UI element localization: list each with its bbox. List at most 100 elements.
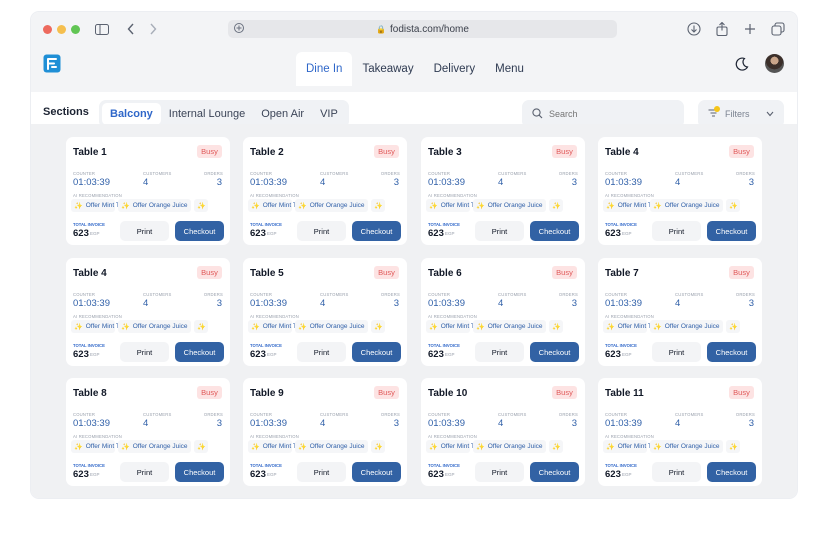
recommendation-chip[interactable]: ✨ Offer Orange Juice — [473, 199, 546, 212]
table-card[interactable]: Table 6 Busy COUNTER CUSTOMERS ORDERS 01:03:3… — [421, 258, 585, 366]
address-bar[interactable]: 🔒 fodista.com/home — [228, 20, 617, 38]
table-card[interactable]: Table 2 Busy COUNTER CUSTOMERS ORDERS 01:03:3… — [243, 137, 407, 245]
recommendation-chip[interactable]: ✨ — [194, 320, 208, 333]
close-window-button[interactable] — [43, 25, 52, 34]
recommendation-chip[interactable]: ✨ — [371, 199, 385, 212]
minimize-window-button[interactable] — [57, 25, 66, 34]
forward-icon[interactable] — [145, 21, 161, 37]
table-card[interactable]: Table 10 Busy COUNTER CUSTOMERS ORDERS 01:03:… — [421, 378, 585, 486]
tab-overview-icon[interactable] — [770, 21, 786, 37]
page-info-icon[interactable] — [233, 22, 245, 37]
table-card[interactable]: Table 3 Busy COUNTER CUSTOMERS ORDERS 01:03:3… — [421, 137, 585, 245]
recommendation-chip[interactable]: ✨ Offer Orange Juice — [473, 320, 546, 333]
checkout-button[interactable]: Checkout — [707, 462, 756, 482]
print-button[interactable]: Print — [120, 221, 169, 241]
sidebar-toggle-icon[interactable] — [94, 21, 110, 37]
print-button[interactable]: Print — [652, 342, 701, 362]
section-balcony[interactable]: Balcony — [102, 103, 161, 125]
recommendation-chip[interactable]: ✨ Offer Orange Juice — [118, 440, 191, 453]
print-button[interactable]: Print — [297, 221, 346, 241]
table-card[interactable]: Table 11 Busy COUNTER CUSTOMERS ORDERS 01:03:… — [598, 378, 762, 486]
table-card[interactable]: Table 1 Busy COUNTER CUSTOMERS ORDERS 01:03:3… — [66, 137, 230, 245]
checkout-button[interactable]: Checkout — [352, 342, 401, 362]
recommendation-chip[interactable]: ✨ — [549, 199, 563, 212]
recommendation-chip[interactable]: ✨ Offer Orange Juice — [473, 440, 546, 453]
print-button[interactable]: Print — [120, 342, 169, 362]
tab-takeaway[interactable]: Takeaway — [352, 52, 423, 86]
checkout-button[interactable]: Checkout — [530, 462, 579, 482]
search-input[interactable] — [549, 109, 669, 119]
recommendation-chip[interactable]: ✨ — [726, 320, 740, 333]
counter-value: 01:03:39 — [428, 418, 465, 429]
recommendation-chip[interactable]: ✨ — [371, 440, 385, 453]
share-icon[interactable] — [714, 21, 730, 37]
download-icon[interactable] — [686, 21, 702, 37]
print-button[interactable]: Print — [120, 462, 169, 482]
table-card[interactable]: Table 4 Busy COUNTER CUSTOMERS ORDERS 01:03:3… — [66, 258, 230, 366]
tab-menu[interactable]: Menu — [485, 52, 534, 86]
recommendation-text: Offer Orange Juice — [132, 202, 188, 209]
recommendation-chip[interactable]: ✨ Offer Orange Juice — [295, 199, 368, 212]
table-card[interactable]: Table 5 Busy COUNTER CUSTOMERS ORDERS 01:03:3… — [243, 258, 407, 366]
checkout-button[interactable]: Checkout — [352, 462, 401, 482]
counter-label: COUNTER — [428, 292, 451, 297]
print-button[interactable]: Print — [652, 221, 701, 241]
checkout-button[interactable]: Checkout — [707, 342, 756, 362]
checkout-button[interactable]: Checkout — [530, 221, 579, 241]
recommendation-chip[interactable]: ✨ Offer Orange Juice — [118, 199, 191, 212]
tab-delivery[interactable]: Delivery — [424, 52, 486, 86]
checkout-button[interactable]: Checkout — [175, 221, 224, 241]
checkout-button[interactable]: Checkout — [530, 342, 579, 362]
fodista-logo-icon[interactable] — [43, 54, 61, 73]
section-vip[interactable]: VIP — [312, 103, 346, 125]
table-card[interactable]: Table 9 Busy COUNTER CUSTOMERS ORDERS 01:03:3… — [243, 378, 407, 486]
maximize-window-button[interactable] — [71, 25, 80, 34]
recommendation-chip[interactable]: ✨ Offer Mint Tea — [71, 199, 126, 212]
section-internal-lounge[interactable]: Internal Lounge — [161, 103, 253, 125]
print-button[interactable]: Print — [475, 221, 524, 241]
recommendation-chip[interactable]: ✨ — [726, 440, 740, 453]
recommendation-chip[interactable]: ✨ — [194, 440, 208, 453]
recommendation-chip[interactable]: ✨ Offer Orange Juice — [295, 320, 368, 333]
checkout-button[interactable]: Checkout — [707, 221, 756, 241]
recommendation-chip[interactable]: ✨ Offer Mint Tea — [248, 440, 303, 453]
recommendation-chip[interactable]: ✨ Offer Mint Tea — [426, 199, 481, 212]
recommendation-chip[interactable]: ✨ Offer Mint Tea — [71, 440, 126, 453]
checkout-button[interactable]: Checkout — [175, 462, 224, 482]
table-card[interactable]: Table 8 Busy COUNTER CUSTOMERS ORDERS 01:03:3… — [66, 378, 230, 486]
recommendation-chip[interactable]: ✨ Offer Orange Juice — [650, 320, 723, 333]
recommendation-chip[interactable]: ✨ Offer Mint Tea — [426, 320, 481, 333]
recommendation-chip[interactable]: ✨ Offer Mint Tea — [248, 199, 303, 212]
recommendation-chip[interactable]: ✨ Offer Mint Tea — [603, 199, 658, 212]
recommendation-chip[interactable]: ✨ — [726, 199, 740, 212]
table-card[interactable]: Table 4 Busy COUNTER CUSTOMERS ORDERS 01:03:3… — [598, 137, 762, 245]
back-icon[interactable] — [123, 21, 139, 37]
counter-label: COUNTER — [73, 292, 96, 297]
recommendation-chip[interactable]: ✨ — [371, 320, 385, 333]
recommendation-chip[interactable]: ✨ Offer Mint Tea — [603, 320, 658, 333]
recommendation-chip[interactable]: ✨ Offer Orange Juice — [118, 320, 191, 333]
table-card[interactable]: Table 7 Busy COUNTER CUSTOMERS ORDERS 01:03:3… — [598, 258, 762, 366]
section-open-air[interactable]: Open Air — [253, 103, 312, 125]
user-avatar[interactable] — [765, 54, 784, 73]
new-tab-icon[interactable] — [742, 21, 758, 37]
recommendation-chip[interactable]: ✨ — [549, 320, 563, 333]
tab-dine-in[interactable]: Dine In — [296, 52, 353, 86]
recommendation-chip[interactable]: ✨ Offer Orange Juice — [295, 440, 368, 453]
recommendation-chip[interactable]: ✨ Offer Mint Tea — [248, 320, 303, 333]
checkout-button[interactable]: Checkout — [352, 221, 401, 241]
checkout-button[interactable]: Checkout — [175, 342, 224, 362]
recommendation-chip[interactable]: ✨ — [549, 440, 563, 453]
recommendation-chip[interactable]: ✨ Offer Mint Tea — [603, 440, 658, 453]
print-button[interactable]: Print — [475, 342, 524, 362]
recommendation-chip[interactable]: ✨ — [194, 199, 208, 212]
print-button[interactable]: Print — [297, 342, 346, 362]
dark-mode-icon[interactable] — [734, 56, 750, 72]
print-button[interactable]: Print — [475, 462, 524, 482]
print-button[interactable]: Print — [652, 462, 701, 482]
recommendation-chip[interactable]: ✨ Offer Orange Juice — [650, 440, 723, 453]
recommendation-chip[interactable]: ✨ Offer Mint Tea — [426, 440, 481, 453]
recommendation-chip[interactable]: ✨ Offer Orange Juice — [650, 199, 723, 212]
print-button[interactable]: Print — [297, 462, 346, 482]
recommendation-chip[interactable]: ✨ Offer Mint Tea — [71, 320, 126, 333]
